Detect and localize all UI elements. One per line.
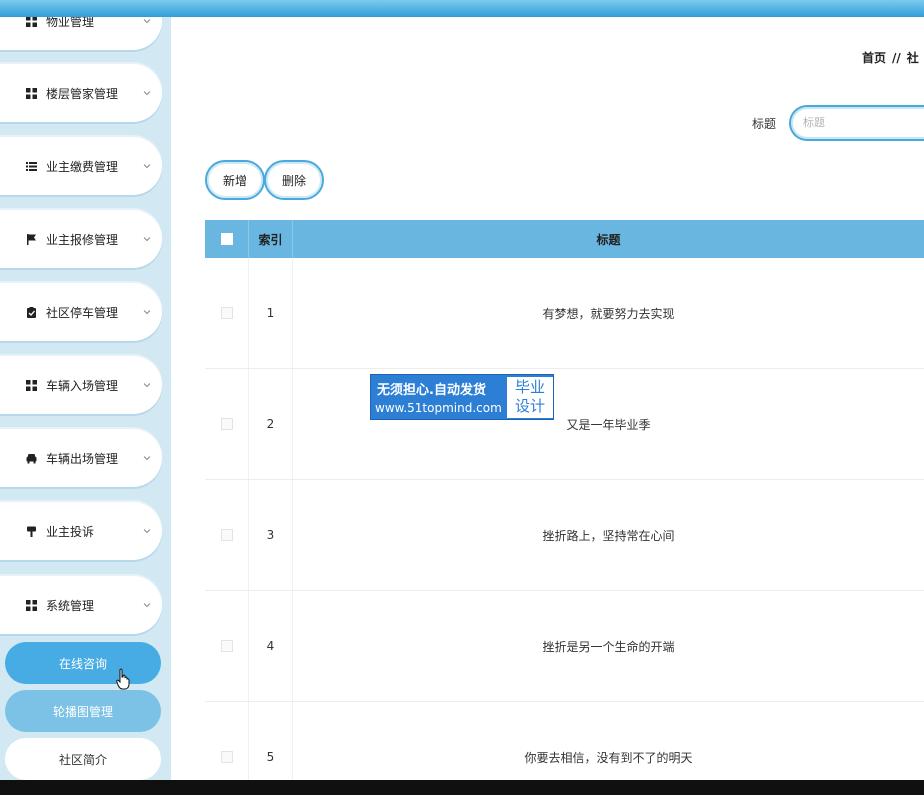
clipboard-check-icon — [25, 306, 37, 318]
add-button[interactable]: 新增 — [205, 160, 265, 200]
hand-cursor-icon — [116, 668, 130, 690]
car-icon — [25, 452, 37, 464]
chevron-down-icon — [143, 527, 151, 535]
chevron-down-icon — [143, 162, 151, 170]
title-cell: 挫折是另一个生命的开端 — [542, 639, 675, 654]
sidebar-item-label: 楼层管家管理 — [46, 86, 119, 101]
search-input[interactable] — [789, 105, 924, 141]
select-cell — [205, 702, 249, 780]
sidebar-item-floor-manager[interactable]: 楼层管家管理 — [0, 64, 162, 122]
grid-icon — [25, 599, 37, 611]
sidebar-item-parking[interactable]: 社区停车管理 — [0, 283, 162, 341]
sidebar-item-property[interactable]: 物业管理 — [0, 17, 162, 50]
chevron-down-icon — [143, 454, 151, 462]
sidebar-item-repair[interactable]: 业主报修管理 — [0, 210, 162, 268]
table-row[interactable]: 4 挫折是另一个生命的开端 — [205, 591, 924, 702]
index-cell: 4 — [249, 591, 293, 701]
row-checkbox[interactable] — [220, 529, 233, 541]
select-cell — [205, 480, 249, 590]
gavel-icon — [25, 525, 37, 537]
sidebar-item-label: 社区停车管理 — [46, 305, 119, 320]
index-cell: 1 — [249, 258, 293, 368]
sidebar-item-label: 业主缴费管理 — [46, 159, 119, 174]
row-checkbox[interactable] — [220, 640, 233, 652]
row-checkbox[interactable] — [220, 751, 233, 763]
title-cell: 你要去相信，没有到不了的明天 — [524, 750, 693, 765]
index-cell: 2 — [249, 369, 293, 479]
grid-icon — [25, 87, 37, 99]
sidebar: 物业管理 楼层管家管理 业主缴费管理 业主报修管理 社区停车管理 车辆入场管理 … — [0, 17, 171, 780]
sidebar-item-complaint[interactable]: 业主投诉 — [0, 502, 162, 560]
sidebar-item-label: 业主投诉 — [46, 524, 95, 539]
chevron-down-icon — [143, 17, 151, 25]
table-row[interactable]: 5 你要去相信，没有到不了的明天 — [205, 702, 924, 780]
chevron-down-icon — [143, 601, 151, 609]
breadcrumb: 首页 // 社 — [862, 49, 919, 66]
watermark-line1: 无须担心.自动发货 — [377, 383, 486, 398]
watermark-logo-line2: 设计 — [514, 397, 545, 415]
select-cell — [205, 591, 249, 701]
sidebar-item-label: 车辆入场管理 — [46, 378, 119, 393]
watermark-badge: 无须担心.自动发货 www.51topmind.com 毕业 设计 — [370, 374, 554, 420]
sidebar-item-label: 系统管理 — [46, 598, 95, 613]
sidebar-subitem-online-consult[interactable]: 在线咨询 — [5, 642, 161, 684]
sidebar-item-label: 车辆出场管理 — [46, 451, 119, 466]
row-checkbox[interactable] — [220, 307, 233, 319]
table-row[interactable]: 3 挫折路上，坚持常在心间 — [205, 480, 924, 591]
row-checkbox[interactable] — [220, 418, 233, 430]
grid-icon — [25, 17, 37, 27]
sidebar-subitem-community-intro[interactable]: 社区简介 — [5, 738, 161, 780]
index-cell: 3 — [249, 480, 293, 590]
table-row[interactable]: 2 又是一年毕业季 — [205, 369, 924, 480]
table-header: 索引 标题 — [205, 220, 924, 258]
header-cell-select — [205, 220, 249, 258]
select-cell — [205, 258, 249, 368]
flag-icon — [25, 233, 37, 245]
title-cell: 挫折路上，坚持常在心间 — [542, 528, 675, 543]
watermark-logo-line1: 毕业 — [514, 378, 545, 396]
delete-button[interactable]: 删除 — [264, 160, 324, 200]
header-cell-title[interactable]: 标题 — [293, 220, 924, 258]
sidebar-item-payment[interactable]: 业主缴费管理 — [0, 137, 162, 195]
watermark-logo: 毕业 设计 — [507, 377, 553, 418]
sidebar-item-vehicle-exit[interactable]: 车辆出场管理 — [0, 429, 162, 487]
bottom-bar — [0, 780, 924, 795]
sidebar-item-label: 业主报修管理 — [46, 232, 119, 247]
watermark-line2: www.51topmind.com — [375, 401, 502, 415]
chevron-down-icon — [143, 308, 151, 316]
breadcrumb-separator: // — [892, 51, 901, 65]
chevron-down-icon — [143, 235, 151, 243]
chevron-down-icon — [143, 89, 151, 97]
select-all-checkbox[interactable] — [220, 233, 233, 245]
search-label: 标题 — [752, 117, 777, 131]
title-cell: 有梦想，就要努力去实现 — [542, 306, 675, 321]
top-header-bar — [0, 0, 924, 17]
watermark-text: 无须担心.自动发货 www.51topmind.com — [371, 375, 507, 419]
breadcrumb-current: 社 — [906, 51, 919, 65]
chevron-down-icon — [143, 381, 151, 389]
sidebar-item-system[interactable]: 系统管理 — [0, 576, 162, 634]
sidebar-item-label: 物业管理 — [46, 17, 95, 29]
sidebar-subitem-carousel[interactable]: 轮播图管理 — [5, 690, 161, 732]
list-icon — [25, 160, 37, 172]
index-cell: 5 — [249, 702, 293, 780]
breadcrumb-home[interactable]: 首页 — [862, 51, 886, 65]
grid-icon — [25, 379, 37, 391]
select-cell — [205, 369, 249, 479]
header-cell-index[interactable]: 索引 — [249, 220, 293, 258]
table-row[interactable]: 1 有梦想，就要努力去实现 — [205, 258, 924, 369]
sidebar-item-vehicle-entry[interactable]: 车辆入场管理 — [0, 356, 162, 414]
